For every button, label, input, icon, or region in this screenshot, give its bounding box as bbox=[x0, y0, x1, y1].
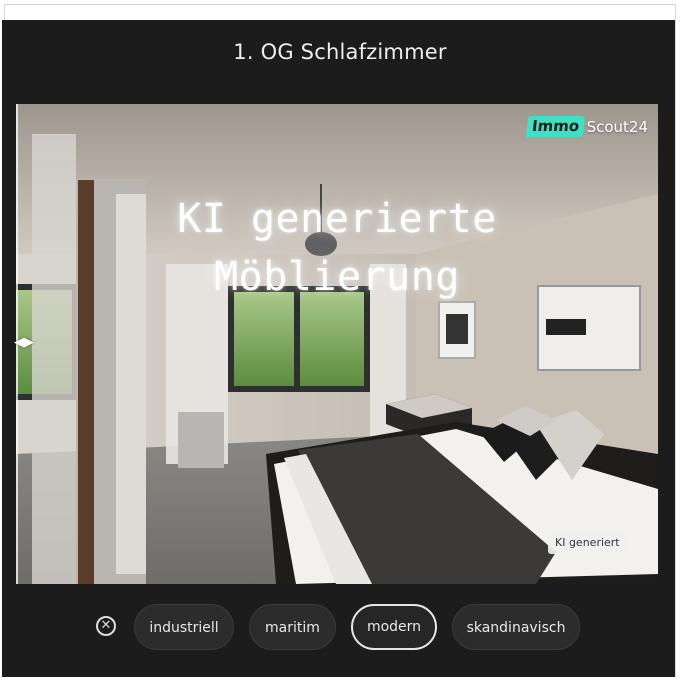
style-chip-industriell[interactable]: industriell bbox=[134, 604, 234, 650]
room-photo[interactable]: Immo Scout24 KI generierte Möblierung KI… bbox=[16, 104, 658, 584]
room-title: 1. OG Schlafzimmer bbox=[233, 40, 447, 64]
close-circle-icon[interactable]: ✕ bbox=[96, 616, 116, 636]
style-selector: ✕ industriell maritim modern skandinavis… bbox=[0, 604, 680, 652]
bedroom-illustration bbox=[16, 104, 658, 584]
logo-scout24: Scout24 bbox=[586, 117, 648, 136]
immoscout24-logo: Immo Scout24 bbox=[526, 116, 648, 137]
style-chip-maritim[interactable]: maritim bbox=[249, 604, 336, 650]
ai-generated-badge: KI generiert bbox=[548, 531, 627, 554]
ai-overlay-line1: KI generierte bbox=[177, 196, 497, 242]
compare-slider-arrows-icon[interactable]: ◀▶ bbox=[14, 335, 34, 350]
style-chip-modern[interactable]: modern bbox=[351, 604, 437, 650]
ai-overlay-line2: Möblierung bbox=[214, 254, 460, 300]
style-chip-skandinavisch[interactable]: skandinavisch bbox=[452, 604, 580, 650]
logo-immo: Immo bbox=[526, 116, 586, 137]
